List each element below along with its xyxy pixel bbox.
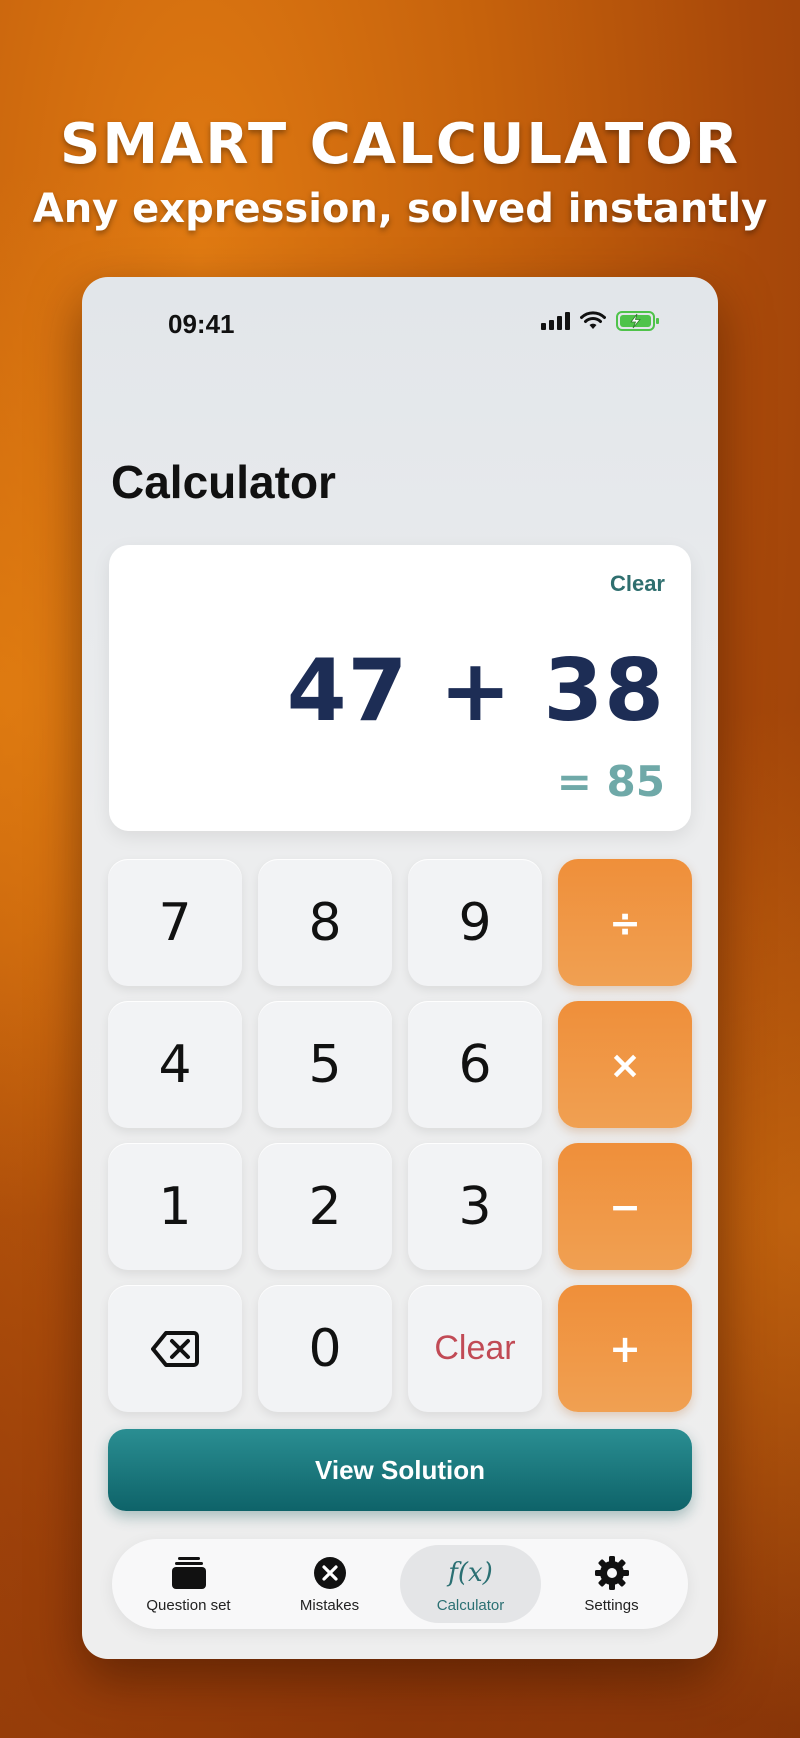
- keypad: 7 8 9 ÷ 4 5 6 × 1 2 3 − 0 Clear +: [108, 859, 692, 1412]
- gear-icon: [594, 1555, 630, 1591]
- wifi-icon: [580, 311, 606, 329]
- x-circle-icon: [313, 1555, 347, 1591]
- bottom-tab-bar: Question set Mistakes f(x) Calculator Se…: [112, 1539, 688, 1629]
- cellular-signal-icon: [541, 312, 570, 330]
- tab-label: Mistakes: [299, 1596, 360, 1614]
- key-3[interactable]: 3: [408, 1143, 542, 1270]
- tab-settings[interactable]: Settings: [541, 1545, 682, 1623]
- key-1[interactable]: 1: [108, 1143, 242, 1270]
- key-2[interactable]: 2: [258, 1143, 392, 1270]
- key-7[interactable]: 7: [108, 859, 242, 986]
- key-9[interactable]: 9: [408, 859, 542, 986]
- phone-screen: 09:41 Calculator Clear 47 + 38 = 85 7 8 …: [82, 277, 718, 1659]
- key-add[interactable]: +: [558, 1285, 692, 1412]
- key-5[interactable]: 5: [258, 1001, 392, 1128]
- display-clear-button[interactable]: Clear: [610, 571, 665, 597]
- status-icons: [541, 311, 660, 331]
- key-0[interactable]: 0: [258, 1285, 392, 1412]
- key-subtract[interactable]: −: [558, 1143, 692, 1270]
- expression-text: 47 + 38: [286, 641, 665, 741]
- battery-charging-icon: [616, 311, 659, 331]
- tab-label: Question set: [146, 1596, 231, 1614]
- tab-label: Settings: [584, 1596, 639, 1614]
- tab-calculator[interactable]: f(x) Calculator: [400, 1545, 541, 1623]
- result-text: = 85: [556, 757, 665, 806]
- stack-icon: [171, 1555, 207, 1591]
- tab-mistakes[interactable]: Mistakes: [259, 1545, 400, 1623]
- fx-icon: f(x): [448, 1555, 493, 1591]
- key-8[interactable]: 8: [258, 859, 392, 986]
- key-4[interactable]: 4: [108, 1001, 242, 1128]
- view-solution-button[interactable]: View Solution: [108, 1429, 692, 1511]
- page-title: Calculator: [111, 456, 336, 508]
- tab-question-set[interactable]: Question set: [118, 1545, 259, 1623]
- tab-label: Calculator: [436, 1596, 505, 1614]
- status-time: 09:41: [168, 309, 235, 339]
- promo-title: SMART CALCULATOR: [60, 112, 740, 177]
- key-6[interactable]: 6: [408, 1001, 542, 1128]
- backspace-icon: [151, 1330, 199, 1367]
- promo-subtitle: Any expression, solved instantly: [32, 186, 768, 232]
- calculator-display: Clear 47 + 38 = 85: [109, 545, 691, 831]
- key-multiply[interactable]: ×: [558, 1001, 692, 1128]
- fx-icon-text: f(x): [448, 1557, 493, 1588]
- key-backspace[interactable]: [108, 1285, 242, 1412]
- key-clear[interactable]: Clear: [408, 1285, 542, 1412]
- key-divide[interactable]: ÷: [558, 859, 692, 986]
